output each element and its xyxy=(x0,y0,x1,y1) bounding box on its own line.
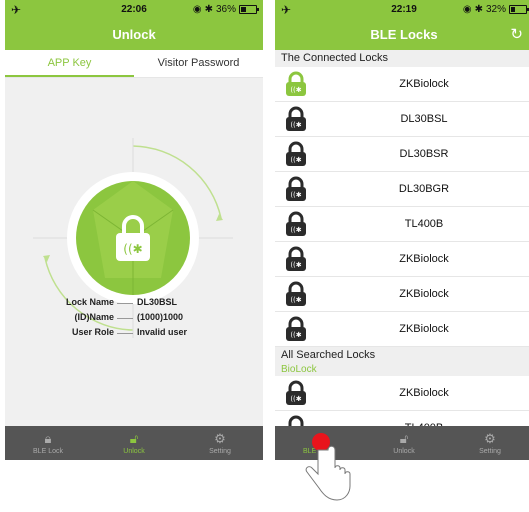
id-name-value: (1000)1000 xyxy=(137,312,184,322)
padlock-icon: ((✱ xyxy=(286,106,306,131)
unlock-icon: 🔓︎ xyxy=(129,431,139,446)
unlock-content: ((✱ Lock Name DL30BSL (ID)Name (1000)100… xyxy=(5,78,263,426)
lock-name: ZKBiolock xyxy=(399,323,449,335)
svg-text:((✱: ((✱ xyxy=(290,395,301,403)
unlock-icon: 🔓︎ xyxy=(399,431,409,446)
lock-name: TL400B xyxy=(315,411,529,426)
lock-list-item[interactable]: ((✱ ZKBiolock xyxy=(275,376,529,411)
lock-list-item[interactable]: ((✱ TL400B xyxy=(275,207,529,242)
tap-gesture-icon xyxy=(305,433,351,501)
svg-text:((✱: ((✱ xyxy=(123,242,142,256)
svg-text:((✱: ((✱ xyxy=(290,261,301,269)
svg-text:((✱: ((✱ xyxy=(290,226,301,234)
battery-icon xyxy=(239,5,259,14)
padlock-icon: ((✱ xyxy=(286,281,306,306)
lock-name: TL400B xyxy=(404,218,444,230)
battery-percent: 32% xyxy=(485,4,506,15)
tab-unlock[interactable]: 🔓︎ Unlock xyxy=(91,426,177,460)
refresh-icon[interactable]: ↻ xyxy=(510,20,523,50)
lock-name: ZKBiolock xyxy=(399,387,449,399)
page-title: BLE Locks xyxy=(370,27,438,42)
lock-list-item[interactable]: ((✱ ZKBiolock xyxy=(275,312,529,347)
id-name-label: (ID)Name xyxy=(74,312,114,322)
user-role-label: User Role xyxy=(71,327,114,337)
lock-name: ZKBiolock xyxy=(399,78,449,90)
tab-visitor-password[interactable]: Visitor Password xyxy=(134,50,263,77)
svg-text:((✱: ((✱ xyxy=(290,86,301,94)
user-role-value: Invalid user xyxy=(137,327,188,337)
svg-text:((✱: ((✱ xyxy=(290,156,301,164)
svg-text:((✱: ((✱ xyxy=(290,331,301,339)
lock-name: ZKBiolock xyxy=(399,253,449,265)
lock-name: DL30BGR xyxy=(398,183,450,195)
alarm-icon: ◉ xyxy=(462,4,472,15)
lock-info: Lock Name DL30BSL (ID)Name (1000)1000 Us… xyxy=(5,297,263,342)
padlock-icon: ((✱ xyxy=(286,211,306,236)
padlock-icon: ((✱ xyxy=(286,380,306,405)
status-bar: ✈ 22:19 ◉ ✱ 32% xyxy=(275,0,529,20)
svg-text:((✱: ((✱ xyxy=(290,191,301,199)
padlock-icon: ((✱ xyxy=(286,316,306,341)
tab-unlock[interactable]: 🔓︎ Unlock xyxy=(361,426,447,460)
lock-list-item[interactable]: ((✱ TL400B xyxy=(275,411,529,426)
lock-list-item[interactable]: ((✱ ZKBiolock xyxy=(275,277,529,312)
biolock-group-label: BioLock xyxy=(275,364,529,376)
alarm-icon: ◉ xyxy=(192,4,202,15)
lock-name: DL30BSR xyxy=(399,148,449,160)
key-tabs: APP Key Visitor Password xyxy=(5,50,263,78)
lock-list-item[interactable]: ((✱ ZKBiolock xyxy=(275,67,529,102)
connected-locks-header: The Connected Locks xyxy=(275,50,529,67)
lock-icon: 🔒︎ xyxy=(44,431,52,446)
tab-setting[interactable]: ⚙ Setting xyxy=(177,426,263,460)
arrow-icon xyxy=(43,255,50,262)
padlock-icon: ((✱ xyxy=(286,141,306,166)
svg-text:((✱: ((✱ xyxy=(290,296,301,304)
ble-locks-screen: ✈ 22:19 ◉ ✱ 32% BLE Locks ↻ The Connecte… xyxy=(275,0,529,460)
lock-list-item[interactable]: ((✱ ZKBiolock xyxy=(275,242,529,277)
lock-name-label: Lock Name xyxy=(65,297,114,307)
tab-bar: 🔒︎ BLE Lock 🔓︎ Unlock ⚙ Setting xyxy=(5,426,263,460)
padlock-icon: ((✱ xyxy=(286,246,306,271)
status-bar: ✈ 22:06 ◉ ✱ 36% xyxy=(5,0,263,20)
padlock-icon: ((✱ xyxy=(286,71,306,96)
unlock-screen: ✈ 22:06 ◉ ✱ 36% Unlock APP Key Visitor P… xyxy=(5,0,263,460)
searched-locks-header: All Searched Locks xyxy=(275,347,529,364)
padlock-icon: ((✱ xyxy=(286,176,306,201)
gear-icon: ⚙ xyxy=(214,431,226,446)
tab-ble-lock[interactable]: 🔒︎ BLE Lock xyxy=(5,426,91,460)
page-title: Unlock xyxy=(112,27,156,42)
touch-point-icon xyxy=(312,433,330,451)
gear-icon: ⚙ xyxy=(484,431,496,446)
lock-name: ZKBiolock xyxy=(399,288,449,300)
nav-bar: Unlock xyxy=(5,20,263,50)
lock-name: DL30BSL xyxy=(400,113,448,125)
tab-app-key[interactable]: APP Key xyxy=(5,50,134,77)
nav-bar: BLE Locks ↻ xyxy=(275,20,529,50)
tab-setting[interactable]: ⚙ Setting xyxy=(447,426,529,460)
bluetooth-icon: ✱ xyxy=(204,4,213,15)
bluetooth-icon: ✱ xyxy=(474,4,483,15)
battery-percent: 36% xyxy=(215,4,236,15)
lock-list-item[interactable]: ((✱ DL30BSL xyxy=(275,102,529,137)
lock-name-value: DL30BSL xyxy=(137,297,178,307)
lock-list: The Connected Locks ((✱ ZKBiolock ((✱ DL30B… xyxy=(275,50,529,426)
lock-list-item[interactable]: ((✱ DL30BGR xyxy=(275,172,529,207)
arrow-icon xyxy=(216,214,223,221)
lock-list-item[interactable]: ((✱ DL30BSR xyxy=(275,137,529,172)
battery-icon xyxy=(509,5,529,14)
svg-text:((✱: ((✱ xyxy=(290,121,301,129)
padlock-icon: ((✱ xyxy=(288,415,304,426)
